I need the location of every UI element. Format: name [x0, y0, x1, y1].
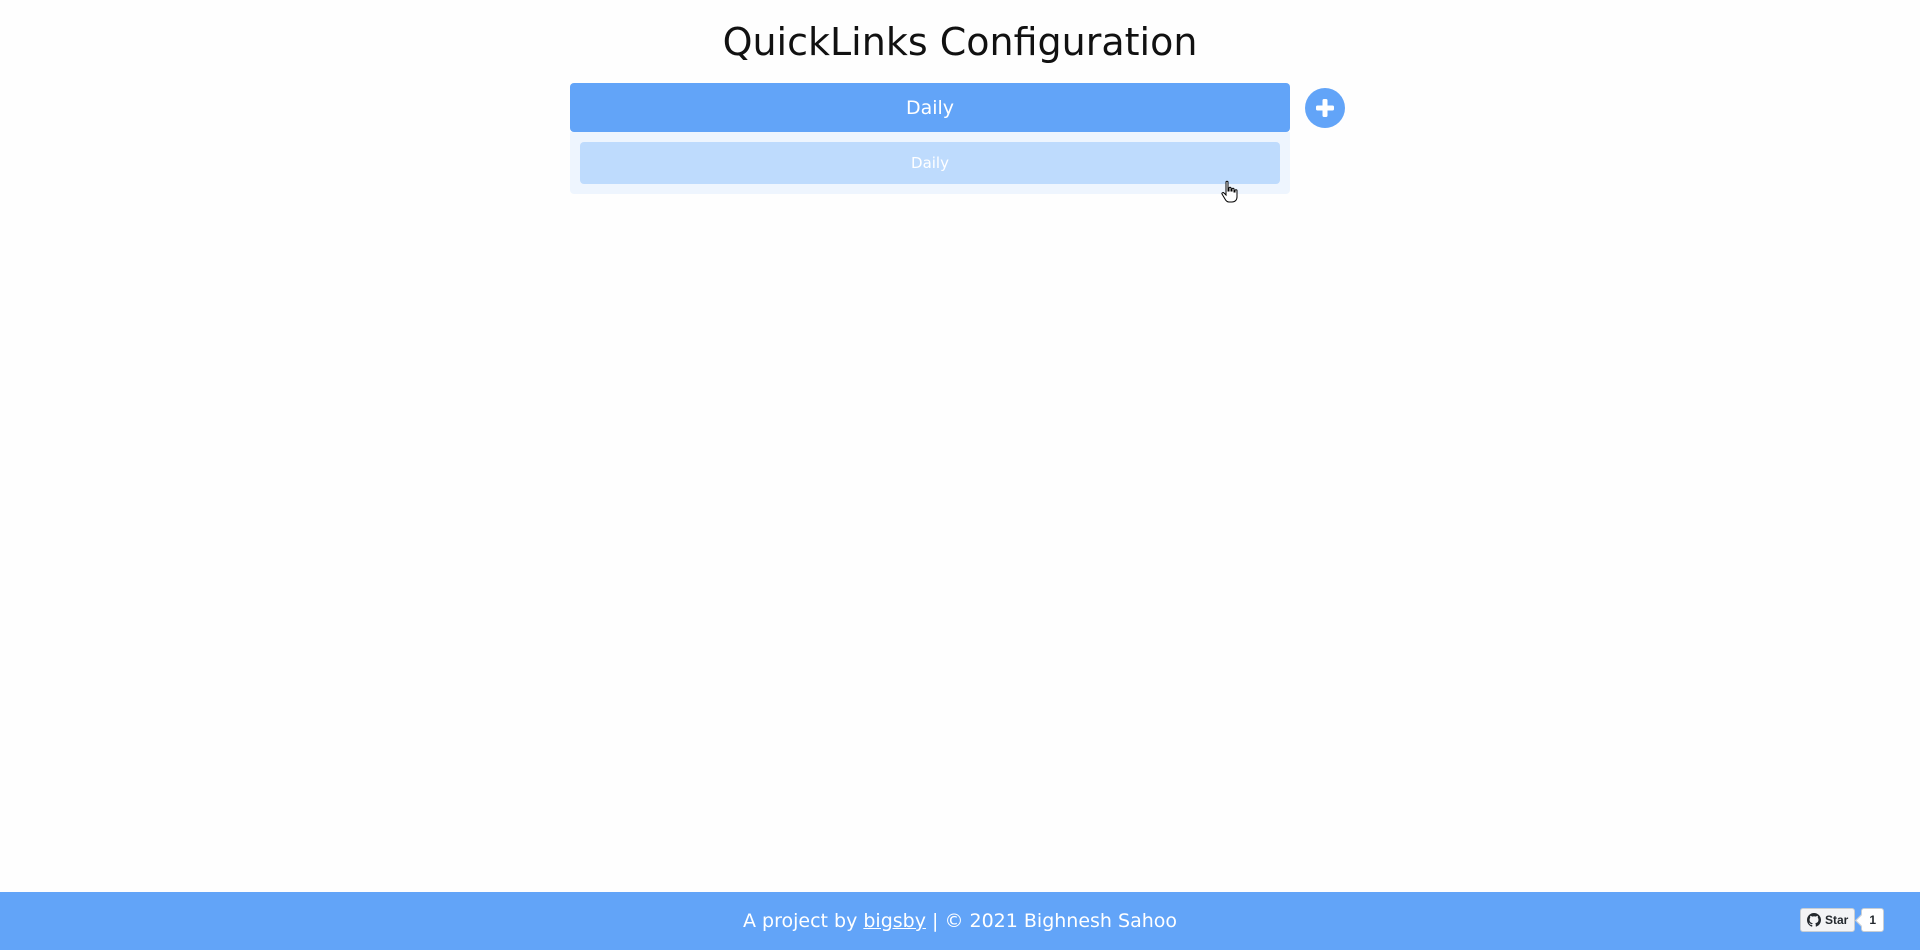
github-icon [1806, 913, 1821, 927]
group-body: Daily [570, 132, 1290, 194]
github-star-widget: Star 1 [1799, 908, 1884, 932]
footer-copyright: | © 2021 Bighnesh Sahoo [925, 910, 1178, 932]
plus-icon [1316, 99, 1334, 117]
link-group: Daily Daily [570, 83, 1290, 194]
author-link[interactable]: bigsby [863, 910, 926, 932]
add-group-button[interactable] [1305, 88, 1345, 128]
hand-pointer-icon [1221, 180, 1238, 203]
footer: A project by bigsby | © 2021 Bighnesh Sa… [0, 892, 1920, 950]
footer-prefix: A project by [742, 910, 864, 932]
github-star-count[interactable]: 1 [1861, 908, 1884, 932]
page-title: QuickLinks Configuration [722, 20, 1198, 64]
link-item-daily[interactable]: Daily [580, 142, 1280, 184]
github-star-label: Star [1824, 913, 1849, 927]
page: QuickLinks Configuration Daily Daily A p… [0, 0, 1920, 950]
group-header-daily[interactable]: Daily [570, 83, 1290, 132]
github-star-button[interactable]: Star [1799, 908, 1856, 932]
